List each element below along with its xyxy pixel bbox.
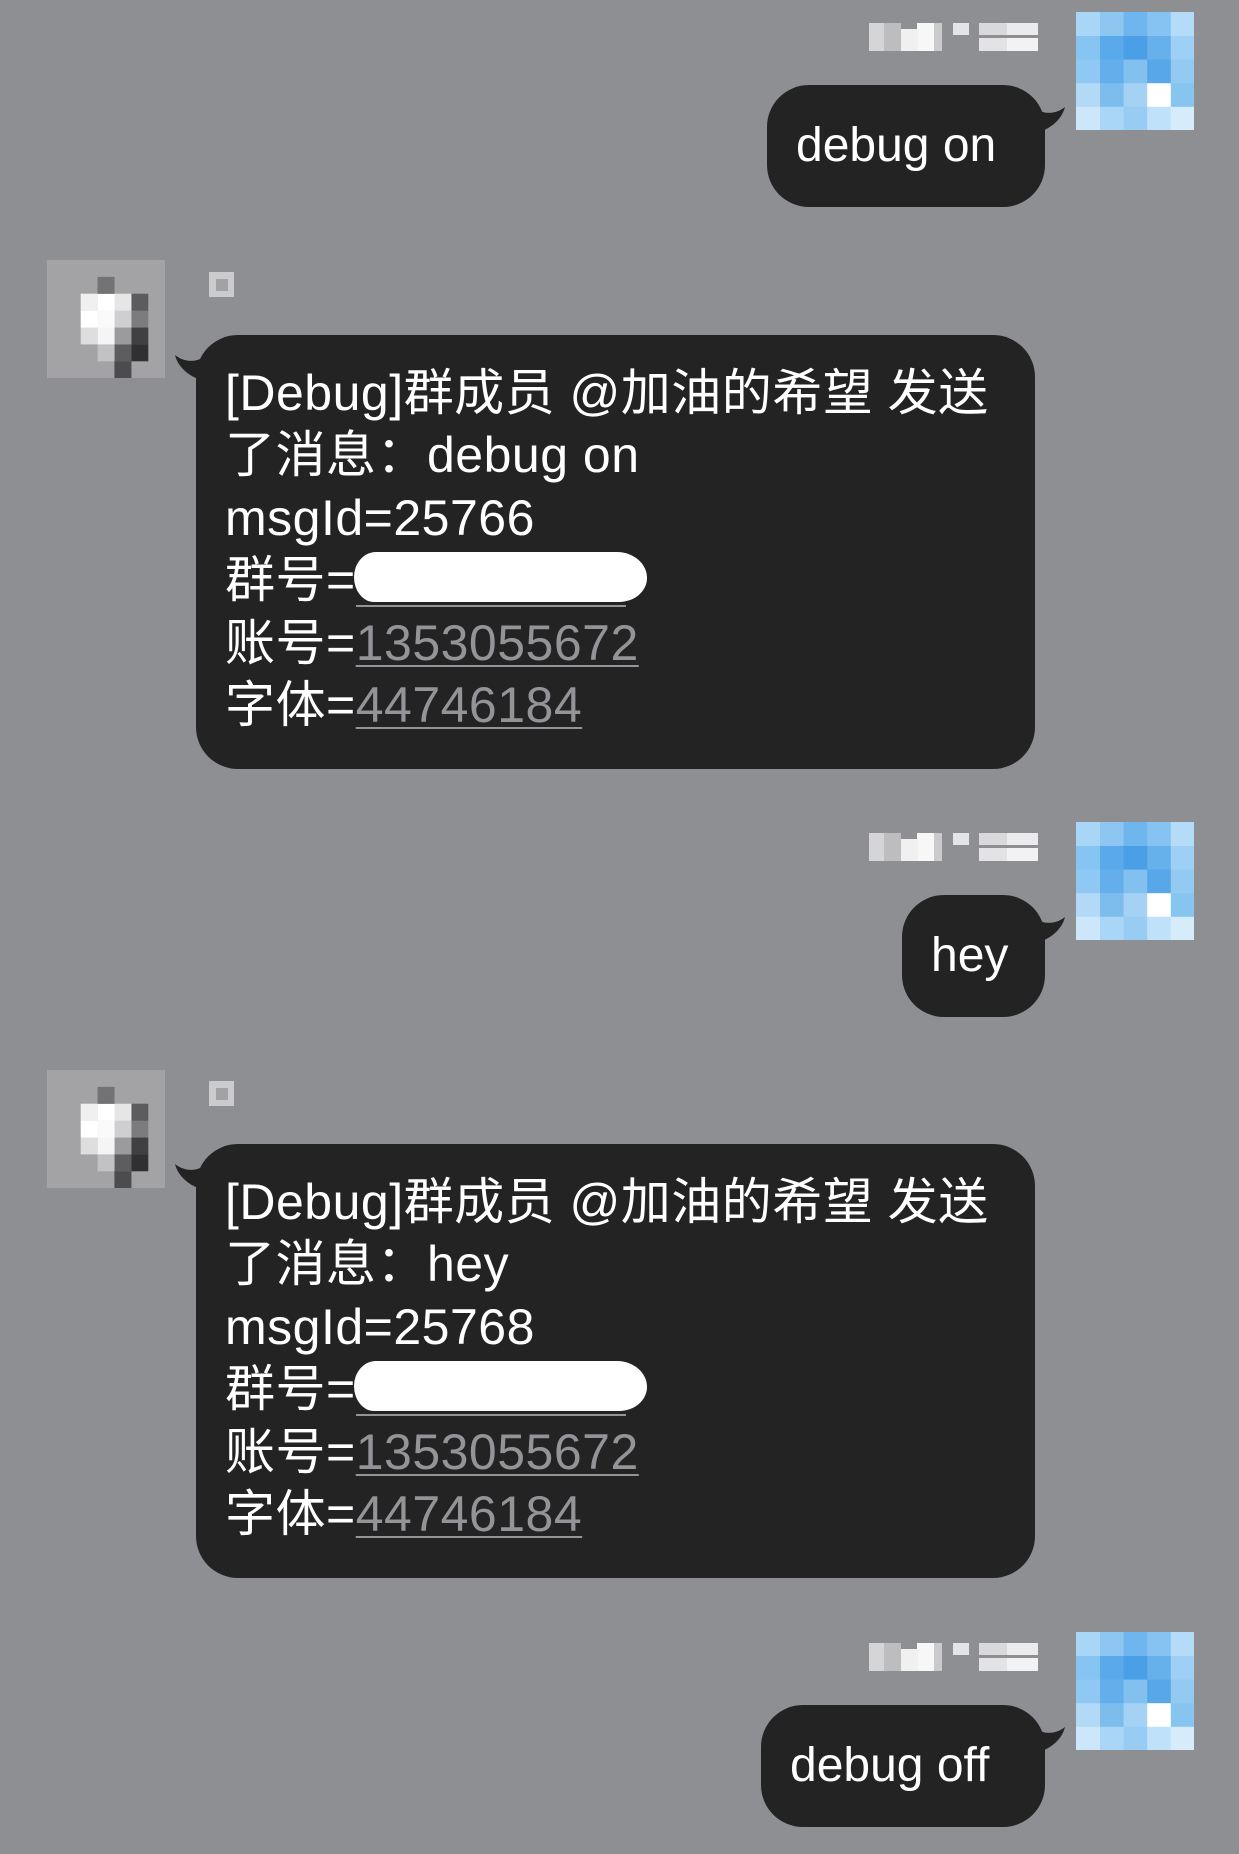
debug-header-line: [Debug]群成员 @加油的希望 发送	[225, 1174, 989, 1230]
avatar-pixels	[1076, 1632, 1100, 1656]
avatar-pixels	[1076, 822, 1100, 846]
msg-id-line: msgId=25766	[225, 489, 535, 546]
message-text: debug on	[796, 119, 997, 172]
group-number-label: 群号=	[225, 1361, 356, 1418]
account-line: 账号=1353055672	[225, 1421, 1017, 1483]
debug-message-bubble[interactable]: [Debug]群成员 @加油的希望 发送 了消息：hey msgId=25768…	[196, 1144, 1035, 1578]
font-number-link[interactable]: 44746184	[356, 1486, 582, 1542]
message-text: hey	[931, 929, 1009, 982]
sender-name-blurred	[869, 21, 1040, 53]
bot-avatar-icon[interactable]	[47, 260, 165, 378]
sender-name-blurred	[869, 831, 1040, 863]
font-number-link[interactable]: 44746184	[356, 677, 582, 733]
debug-header-line: [Debug]群成员 @加油的希望 发送	[225, 365, 989, 421]
account-label: 账号=	[225, 614, 356, 671]
message-bubble[interactable]: hey	[902, 895, 1045, 1017]
debug-content-line: 了消息：hey	[225, 1236, 510, 1293]
debug-content-line: 了消息：debug on	[225, 427, 640, 484]
user-avatar-icon[interactable]	[1076, 822, 1194, 940]
msg-id-line: msgId=25768	[225, 1298, 535, 1355]
account-number-link[interactable]: 1353055672	[356, 1424, 639, 1480]
account-label: 账号=	[225, 1423, 356, 1480]
font-label: 字体=	[225, 1485, 356, 1542]
avatar-pixels	[1076, 12, 1100, 36]
group-number-link[interactable]	[353, 1361, 647, 1417]
group-number-line: 群号=	[225, 1358, 1017, 1420]
sender-name-blurred	[209, 1081, 234, 1106]
sender-name-blurred	[209, 272, 234, 297]
font-line: 字体=44746184	[225, 1483, 1017, 1545]
avatar-pixels	[47, 260, 64, 277]
sender-name-blurred	[869, 1641, 1040, 1673]
user-avatar-icon[interactable]	[1076, 12, 1194, 130]
message-bubble[interactable]: debug off	[761, 1705, 1045, 1827]
font-label: 字体=	[225, 676, 356, 733]
redaction-mark	[353, 1361, 647, 1412]
avatar-pixels	[47, 1070, 64, 1087]
message-text: debug off	[790, 1739, 990, 1792]
message-bubble[interactable]: debug on	[767, 85, 1045, 207]
bot-avatar-icon[interactable]	[47, 1070, 165, 1188]
group-number-label: 群号=	[225, 552, 356, 609]
user-avatar-icon[interactable]	[1076, 1632, 1194, 1750]
group-number-line: 群号=	[225, 549, 1017, 611]
debug-message-bubble[interactable]: [Debug]群成员 @加油的希望 发送 了消息：debug on msgId=…	[196, 335, 1035, 769]
account-number-link[interactable]: 1353055672	[356, 615, 639, 671]
redaction-mark	[353, 552, 647, 603]
font-line: 字体=44746184	[225, 674, 1017, 736]
group-number-link[interactable]	[353, 552, 647, 608]
account-line: 账号=1353055672	[225, 612, 1017, 674]
